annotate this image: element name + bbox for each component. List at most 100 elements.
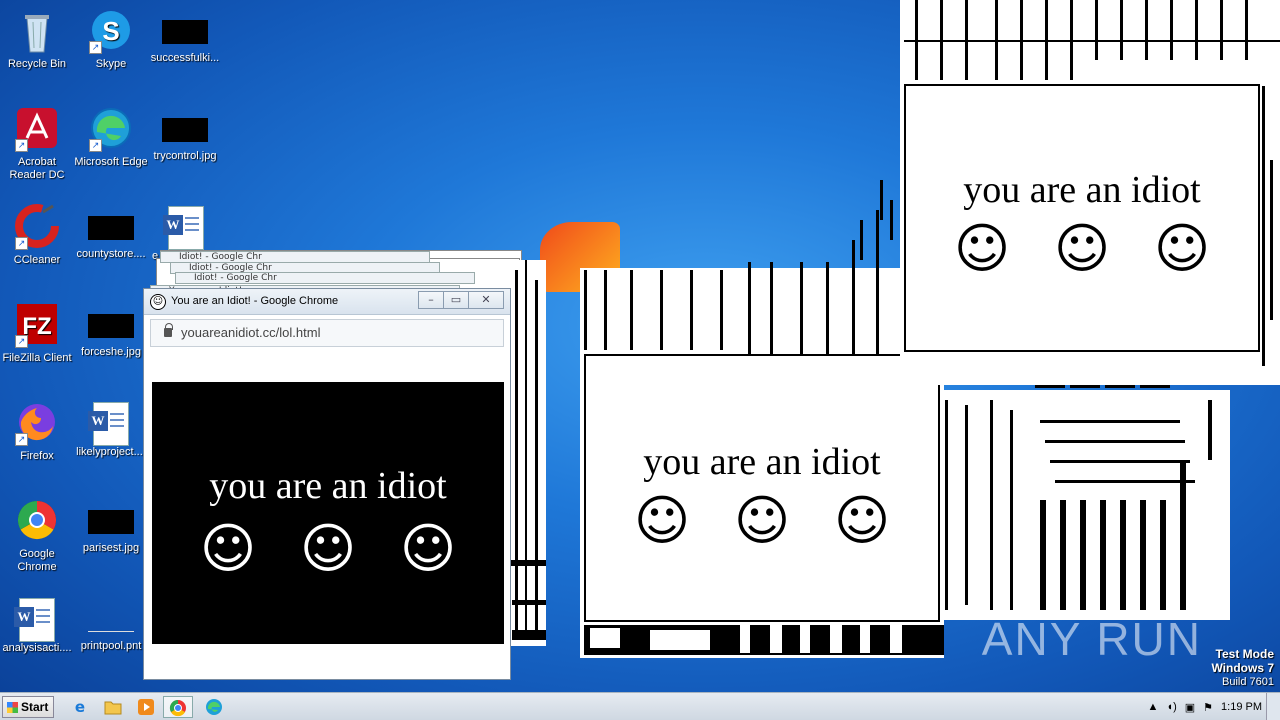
desktop-icon-file[interactable]: forceshe.jpg	[74, 302, 148, 359]
lock-icon	[164, 323, 173, 337]
smiley-icon: ☺	[833, 489, 891, 552]
file-thumbnail	[88, 314, 134, 338]
desktop-icon-label: Acrobat Reader DC	[9, 156, 65, 181]
desktop-icon-label: Skype	[95, 58, 127, 70]
address-bar[interactable]: youareanidiot.cc/lol.html	[150, 319, 504, 347]
word-icon: W	[163, 215, 183, 235]
desktop-icon-file[interactable]: printpool.pnt	[74, 596, 148, 653]
taskbar: Start e ▲ ◖) ▣ ⚑ 1:19 PM	[0, 692, 1280, 720]
chrome-icon[interactable]	[163, 696, 193, 718]
url-text: youareanidiot.cc/lol.html	[181, 325, 321, 340]
clock[interactable]: 1:19 PM	[1221, 701, 1262, 713]
desktop-icon-file[interactable]: parisest.jpg	[74, 498, 148, 555]
desktop-icon-label: forceshe.jpg	[81, 346, 141, 358]
desktop-icon-label: trycontrol.jpg	[153, 150, 217, 162]
desktop-icon-label: successfulki...	[150, 52, 220, 64]
desktop-icon-ccleaner[interactable]: ↗ CCleaner	[0, 204, 74, 267]
system-tray: ▲ ◖) ▣ ⚑ 1:19 PM	[1144, 693, 1280, 720]
smiley-icon: ☺	[1053, 217, 1111, 280]
acrobat-icon: ↗	[13, 106, 61, 154]
page-content: you are an idiot ☺ ☺ ☺	[152, 382, 504, 644]
window-titlebar[interactable]: ☺ You are an Idiot! - Google Chrome – ▭ …	[144, 289, 510, 315]
smiley-icon: ☺	[953, 217, 1011, 280]
chrome-window[interactable]: ☺ You are an Idiot! - Google Chrome – ▭ …	[143, 288, 511, 680]
smiley-icon: ☺	[733, 489, 791, 552]
smiley-icon: ☺	[633, 489, 691, 552]
ghost-title: Idiot! - Google Chr	[175, 272, 475, 284]
word-doc-icon: W	[88, 402, 129, 446]
explorer-icon[interactable]	[101, 696, 125, 718]
tray-expand-icon[interactable]: ▲	[1148, 701, 1159, 713]
media-player-icon[interactable]	[134, 696, 158, 718]
desktop-icon-filezilla[interactable]: FZ ↗ FileZilla Client	[0, 302, 74, 365]
chrome-icon	[13, 498, 61, 546]
firefox-icon: ↗	[13, 400, 61, 448]
word-icon: W	[14, 607, 34, 627]
file-thumbnail	[162, 118, 208, 142]
idiot-message: you are an idiot	[643, 441, 881, 483]
file-thumbnail	[88, 510, 134, 534]
idiot-popup-top-right[interactable]: you are an idiot ☺ ☺ ☺	[904, 84, 1260, 352]
shortcut-arrow-icon: ↗	[89, 41, 102, 54]
desktop-icon-label: Google Chrome	[17, 548, 57, 573]
desktop-icon-file[interactable]: successfulki...	[148, 8, 222, 65]
minimize-button[interactable]: –	[418, 291, 444, 309]
idiot-message: you are an idiot	[209, 465, 447, 507]
desktop-icon-label: parisest.jpg	[82, 542, 140, 554]
ie-icon[interactable]: e	[68, 696, 92, 718]
smiley-row: ☺ ☺ ☺	[586, 494, 938, 548]
desktop-icon-label: likelyproject....	[76, 446, 146, 458]
smiley-row: ☺ ☺ ☺	[906, 222, 1258, 276]
idiot-popup-middle[interactable]: you are an idiot ☺ ☺ ☺	[584, 354, 940, 622]
edge-icon[interactable]	[202, 696, 226, 718]
shortcut-arrow-icon: ↗	[89, 139, 102, 152]
desktop-icon-label: countystore....	[76, 248, 146, 260]
shortcut-arrow-icon: ↗	[15, 237, 28, 250]
svg-text:S: S	[102, 16, 119, 46]
window-controls: – ▭ ✕	[418, 291, 504, 309]
edge-icon: ↗	[87, 106, 135, 154]
smiley-icon: ☺	[399, 517, 457, 580]
shortcut-arrow-icon: ↗	[15, 433, 28, 446]
desktop-icon-label: Recycle Bin	[7, 58, 67, 70]
idiot-message: you are an idiot	[963, 169, 1201, 211]
anyrun-watermark: ANY RUN	[981, 613, 1202, 665]
desktop-icon-skype[interactable]: S ↗ Skype	[74, 8, 148, 71]
desktop-icon-label: Microsoft Edge	[74, 156, 148, 168]
windows-flag-icon	[7, 702, 18, 713]
shortcut-arrow-icon: ↗	[15, 335, 28, 348]
desktop-icon-word-doc[interactable]: W likelyproject....	[74, 400, 148, 459]
shortcut-arrow-icon: ↗	[15, 139, 28, 152]
desktop-icon-edge[interactable]: ↗ Microsoft Edge	[74, 106, 148, 169]
test-mode-notice: Test Mode Windows 7 Build 7601	[1211, 648, 1274, 689]
desktop-icon-acrobat[interactable]: ↗ Acrobat Reader DC	[0, 106, 74, 182]
show-desktop-button[interactable]	[1266, 693, 1280, 720]
word-icon: W	[88, 411, 108, 431]
desktop-icon-recycle-bin[interactable]: Recycle Bin	[0, 8, 74, 71]
desktop-icon-word-doc[interactable]: W analysisacti....	[0, 596, 74, 655]
close-button[interactable]: ✕	[468, 291, 504, 309]
desktop-icon-firefox[interactable]: ↗ Firefox	[0, 400, 74, 463]
test-mode-line: Windows 7	[1211, 661, 1274, 675]
file-thumbnail	[162, 20, 208, 44]
word-doc-icon: W	[14, 598, 55, 642]
filezilla-icon: FZ ↗	[13, 302, 61, 350]
desktop-icon-label: Firefox	[20, 450, 54, 462]
smiley-icon: ☺	[299, 517, 357, 580]
recycle-bin-icon	[13, 8, 61, 56]
desktop-icon-chrome[interactable]: Google Chrome	[0, 498, 74, 574]
file-thumbnail	[88, 608, 134, 632]
file-thumbnail	[88, 216, 134, 240]
desktop-icon-label: printpool.pnt	[80, 640, 142, 652]
action-center-flag-icon[interactable]: ⚑	[1203, 701, 1213, 714]
desktop-icon-file[interactable]: trycontrol.jpg	[148, 106, 222, 163]
volume-icon[interactable]: ◖)	[1166, 701, 1176, 713]
desktop-icon-file[interactable]: countystore....	[74, 204, 148, 261]
network-icon[interactable]: ▣	[1185, 701, 1195, 714]
start-button[interactable]: Start	[2, 696, 54, 718]
start-label: Start	[21, 700, 49, 714]
window-title: You are an Idiot! - Google Chrome	[171, 295, 339, 307]
test-mode-line: Test Mode	[1215, 647, 1274, 661]
maximize-button[interactable]: ▭	[443, 291, 469, 309]
smiley-row: ☺ ☺ ☺	[152, 522, 504, 576]
